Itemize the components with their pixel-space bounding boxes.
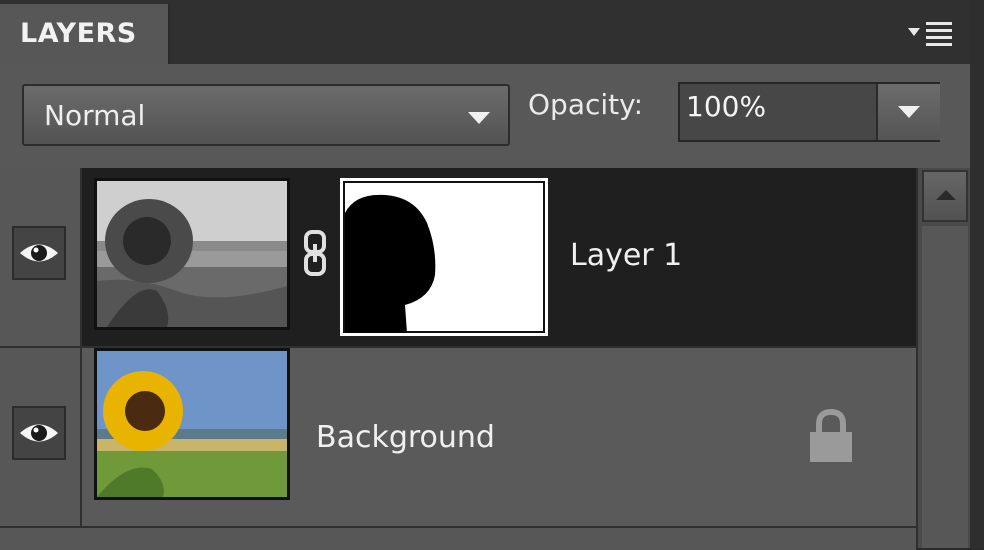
layer-1-mask-thumbnail[interactable] (340, 178, 548, 336)
layer-row-layer-1[interactable]: Layer 1 (0, 168, 916, 346)
layers-panel: LAYERS Normal Opacity: 100% Layer 1 Back… (0, 0, 984, 550)
panel-header: LAYERS (0, 0, 984, 64)
layer-row-background[interactable]: Background (0, 348, 916, 526)
chevron-down-icon (898, 106, 920, 118)
background-thumbnail[interactable] (94, 348, 290, 500)
layer-name[interactable]: Background (316, 420, 495, 455)
layers-list: Layer 1 Background (0, 168, 916, 550)
opacity-label: Opacity: (528, 88, 644, 121)
blend-mode-select[interactable]: Normal (22, 84, 510, 146)
scroll-up-arrow-icon[interactable] (922, 170, 968, 222)
blend-mode-value: Normal (44, 99, 146, 132)
eye-icon[interactable] (12, 406, 66, 460)
chain-link-icon[interactable] (300, 228, 330, 278)
visibility-column (0, 348, 82, 526)
scroll-track[interactable] (922, 226, 968, 548)
layer-name[interactable]: Layer 1 (570, 238, 682, 273)
opacity-dropdown-button[interactable] (876, 84, 940, 140)
eye-icon[interactable] (12, 226, 66, 280)
tab-layers[interactable]: LAYERS (0, 4, 170, 64)
opacity-value[interactable]: 100% (686, 90, 766, 123)
list-bottom-area (0, 526, 916, 550)
opacity-field[interactable]: 100% (678, 82, 940, 142)
visibility-column (0, 168, 82, 346)
layer-1-thumbnail[interactable] (94, 178, 290, 330)
panel-menu-icon[interactable] (908, 18, 962, 48)
lock-icon (810, 408, 852, 462)
chevron-down-icon (468, 112, 490, 124)
tab-layers-label: LAYERS (20, 18, 137, 49)
layer-controls: Normal Opacity: 100% (0, 64, 984, 170)
panel-edge (970, 0, 984, 548)
